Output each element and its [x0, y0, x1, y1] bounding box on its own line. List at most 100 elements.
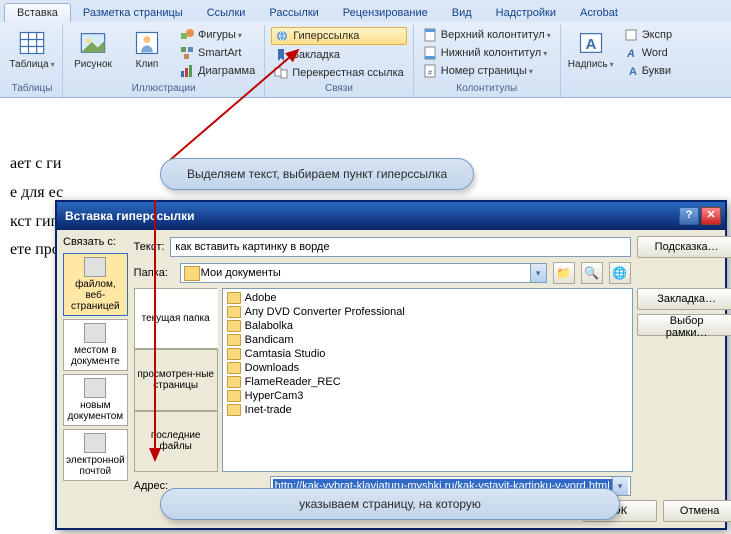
- list-item[interactable]: Inet-trade: [225, 403, 630, 417]
- browse-file-button[interactable]: 🌐: [609, 262, 631, 284]
- bookmark-label: Закладка: [292, 49, 340, 61]
- link-opt-file[interactable]: файлом, веб-страницей: [63, 253, 128, 316]
- up-folder-button[interactable]: 📁: [553, 262, 575, 284]
- sub-tab-current[interactable]: текущая папка: [134, 288, 218, 349]
- tab-references[interactable]: Ссылки: [195, 4, 258, 22]
- dialog-titlebar[interactable]: Вставка гиперссылки ? ✕: [57, 202, 725, 230]
- chart-label: Диаграмма: [198, 65, 255, 77]
- dropcap-icon: A: [624, 64, 638, 78]
- dropcap-button[interactable]: A Букви: [621, 63, 675, 79]
- crossref-icon: [274, 66, 288, 80]
- picture-button[interactable]: Рисунок: [69, 27, 117, 81]
- list-item[interactable]: FlameReader_REC: [225, 375, 630, 389]
- chart-icon: [180, 64, 194, 78]
- footer-button[interactable]: Нижний колонтитул: [420, 45, 554, 61]
- file-name: HyperCam3: [245, 390, 304, 402]
- link-opt-place[interactable]: местом в документе: [63, 319, 128, 371]
- header-button[interactable]: Верхний колонтитул: [420, 27, 554, 43]
- group-illustrations: Рисунок Клип Фигуры SmartArt Диаграмма И…: [63, 25, 265, 97]
- textbox-button[interactable]: A Надпись: [567, 27, 615, 92]
- picture-icon: [79, 29, 107, 57]
- sub-tabs: текущая папка просмотрен-ные страницы по…: [134, 288, 218, 472]
- smartart-label: SmartArt: [198, 47, 241, 59]
- tab-view[interactable]: Вид: [440, 4, 484, 22]
- clip-icon: [133, 29, 161, 57]
- group-text: A Надпись Экспр A Word A Букви: [561, 25, 681, 97]
- dialog-title: Вставка гиперссылки: [61, 209, 679, 223]
- table-label: Таблица: [9, 59, 54, 70]
- group-links: Гиперссылка Закладка Перекрестная ссылка…: [265, 25, 414, 97]
- bookmark-button[interactable]: Закладка: [271, 47, 407, 63]
- folder-value: Мои документы: [201, 267, 281, 279]
- wordart-icon: A: [624, 46, 638, 60]
- folder-icon: [227, 320, 241, 332]
- hyperlink-label: Гиперссылка: [293, 30, 359, 42]
- table-button[interactable]: Таблица: [8, 27, 56, 81]
- group-tables: Таблица Таблицы: [2, 25, 63, 97]
- group-illustrations-label: Иллюстрации: [69, 81, 258, 97]
- list-item[interactable]: Downloads: [225, 361, 630, 375]
- express-button[interactable]: Экспр: [621, 27, 675, 43]
- list-item[interactable]: Balabolka: [225, 319, 630, 333]
- text-input[interactable]: [170, 237, 630, 257]
- picture-label: Рисунок: [74, 59, 112, 70]
- header-label: Верхний колонтитул: [441, 29, 551, 41]
- sub-tab-browsed[interactable]: просмотрен-ные страницы: [134, 349, 218, 410]
- folder-icon: [227, 348, 241, 360]
- header-icon: [423, 28, 437, 42]
- clip-label: Клип: [136, 59, 159, 70]
- tab-addins[interactable]: Надстройки: [484, 4, 568, 22]
- hyperlink-button[interactable]: Гиперссылка: [271, 27, 407, 45]
- folder-icon: [227, 334, 241, 346]
- close-button[interactable]: ✕: [701, 207, 721, 225]
- wordart-label: Word: [642, 47, 668, 59]
- file-name: Balabolka: [245, 320, 293, 332]
- frame-button[interactable]: Выбор рамки…: [637, 314, 731, 336]
- folder-icon: [227, 292, 241, 304]
- bookmark-dialog-button[interactable]: Закладка…: [637, 288, 731, 310]
- list-item[interactable]: Camtasia Studio: [225, 347, 630, 361]
- link-opt-newdoc[interactable]: новым документом: [63, 374, 128, 426]
- browse-icon: 🌐: [612, 266, 627, 280]
- link-opt-label: новым документом: [66, 400, 125, 422]
- group-tables-label: Таблицы: [8, 81, 56, 97]
- smartart-icon: [180, 46, 194, 60]
- wordart-button[interactable]: A Word: [621, 45, 675, 61]
- folder-combo[interactable]: Мои документы ▾: [180, 263, 547, 283]
- link-opt-label: электронной почтой: [66, 455, 125, 477]
- list-item[interactable]: Any DVD Converter Professional: [225, 305, 630, 319]
- group-headerfooter-label: Колонтитулы: [420, 81, 554, 97]
- smartart-button[interactable]: SmartArt: [177, 45, 258, 61]
- pagenum-button[interactable]: #Номер страницы: [420, 63, 554, 79]
- group-headerfooter: Верхний колонтитул Нижний колонтитул #Но…: [414, 25, 561, 97]
- ribbon-tabs: Вставка Разметка страницы Ссылки Рассылк…: [0, 0, 731, 22]
- dropcap-label: Букви: [642, 65, 671, 77]
- shapes-button[interactable]: Фигуры: [177, 27, 258, 43]
- list-item[interactable]: Adobe: [225, 291, 630, 305]
- file-list[interactable]: Adobe Any DVD Converter Professional Bal…: [222, 288, 633, 472]
- chevron-down-icon: ▾: [530, 264, 546, 282]
- chart-button[interactable]: Диаграмма: [177, 63, 258, 79]
- pagenum-label: Номер страницы: [441, 65, 533, 77]
- tab-mailings[interactable]: Рассылки: [257, 4, 330, 22]
- clip-button[interactable]: Клип: [123, 27, 171, 81]
- crossref-button[interactable]: Перекрестная ссылка: [271, 65, 407, 81]
- table-icon: [18, 29, 46, 57]
- tab-layout[interactable]: Разметка страницы: [71, 4, 195, 22]
- tab-review[interactable]: Рецензирование: [331, 4, 440, 22]
- file-name: Any DVD Converter Professional: [245, 306, 405, 318]
- list-item[interactable]: HyperCam3: [225, 389, 630, 403]
- shapes-label: Фигуры: [198, 29, 242, 41]
- tab-acrobat[interactable]: Acrobat: [568, 4, 630, 22]
- text-label: Текст:: [134, 241, 165, 253]
- sub-tab-recent[interactable]: последние файлы: [134, 411, 218, 472]
- browse-web-button[interactable]: 🔍: [581, 262, 603, 284]
- tooltip-button[interactable]: Подсказка…: [637, 236, 731, 258]
- search-icon: 🔍: [584, 266, 599, 280]
- tab-insert[interactable]: Вставка: [4, 3, 71, 22]
- file-name: Downloads: [245, 362, 299, 374]
- link-opt-email[interactable]: электронной почтой: [63, 429, 128, 481]
- help-button[interactable]: ?: [679, 207, 699, 225]
- list-item[interactable]: Bandicam: [225, 333, 630, 347]
- cancel-button[interactable]: Отмена: [663, 500, 731, 522]
